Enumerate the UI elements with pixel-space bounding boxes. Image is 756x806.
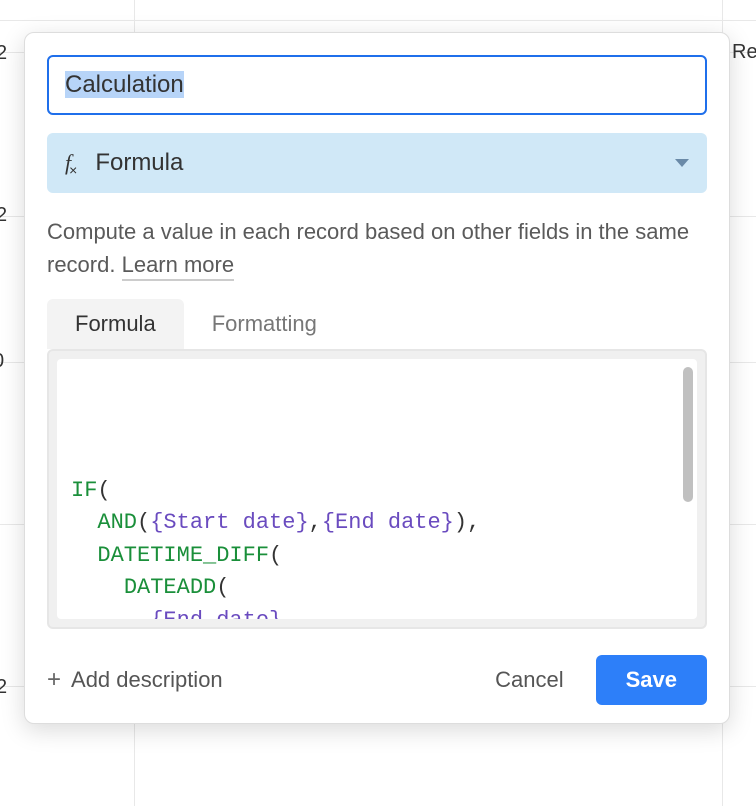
field-name-input[interactable]: Calculation bbox=[47, 55, 707, 115]
save-button[interactable]: Save bbox=[596, 655, 707, 705]
scrollbar[interactable] bbox=[683, 367, 693, 502]
field-config-dialog: Calculation f× Formula Compute a value i… bbox=[24, 32, 730, 724]
formula-editor-wrap: IF( AND({Start date},{End date}), DATETI… bbox=[47, 349, 707, 629]
bg-cell: Re bbox=[732, 41, 756, 64]
dialog-actions: + Add description Cancel Save bbox=[47, 655, 707, 705]
tab-formatting[interactable]: Formatting bbox=[184, 299, 345, 349]
plus-icon: + bbox=[47, 668, 61, 692]
bg-cell: 2 bbox=[0, 204, 7, 227]
field-name-value: Calculation bbox=[65, 71, 184, 98]
cancel-button[interactable]: Cancel bbox=[471, 655, 587, 705]
bg-cell: 0 bbox=[0, 350, 4, 373]
formula-icon: f× bbox=[65, 152, 77, 174]
field-type-label: Formula bbox=[95, 149, 675, 177]
chevron-down-icon bbox=[675, 159, 689, 167]
learn-more-link[interactable]: Learn more bbox=[122, 252, 235, 281]
tab-formula[interactable]: Formula bbox=[47, 299, 184, 349]
config-tabs: Formula Formatting bbox=[47, 299, 707, 349]
field-type-select[interactable]: f× Formula bbox=[47, 133, 707, 193]
add-description-button[interactable]: + Add description bbox=[47, 667, 223, 693]
field-type-description: Compute a value in each record based on … bbox=[47, 215, 707, 281]
bg-cell: 2 bbox=[0, 42, 7, 65]
add-description-label: Add description bbox=[71, 667, 223, 693]
bg-cell: 2 bbox=[0, 676, 7, 699]
formula-editor[interactable]: IF( AND({Start date},{End date}), DATETI… bbox=[57, 359, 697, 619]
